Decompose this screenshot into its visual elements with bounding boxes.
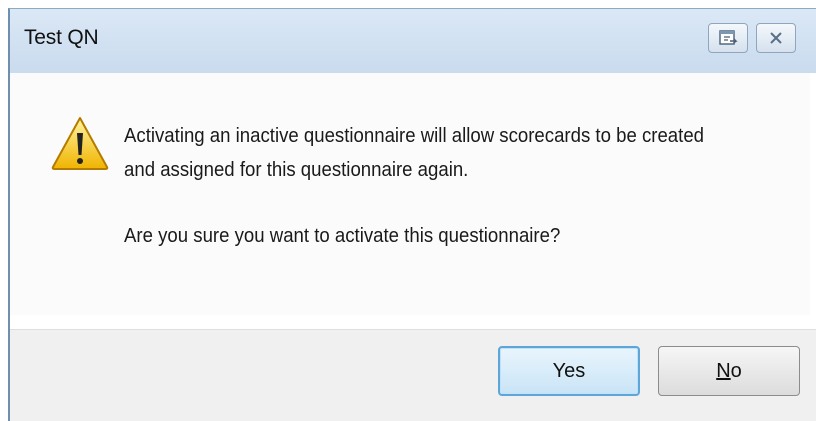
dialog-title: Test QN (24, 26, 99, 49)
warning-icon (50, 115, 110, 171)
close-button[interactable] (756, 23, 796, 53)
confirmation-question: Are you sure you want to activate this q… (124, 225, 561, 247)
no-button[interactable]: No (658, 346, 800, 396)
message-area: Activating an inactive questionnaire wil… (10, 73, 810, 315)
yes-button[interactable]: Yes (498, 346, 640, 396)
dialog-content: Activating an inactive questionnaire wil… (10, 73, 816, 329)
help-button[interactable] (708, 23, 748, 53)
button-bar: Yes No (10, 329, 816, 421)
message-line-2: and assigned for this questionnaire agai… (124, 159, 469, 181)
close-icon (769, 31, 783, 45)
help-icon (718, 29, 738, 47)
message-line-1: Activating an inactive questionnaire wil… (124, 125, 705, 147)
yes-button-label: Yes (552, 359, 586, 382)
no-button-mnemonic: N (716, 359, 731, 382)
confirmation-dialog: Test QN Activating an inactive questionn… (8, 8, 816, 421)
no-button-label-rest: o (730, 359, 742, 382)
no-button-label: No (716, 360, 742, 383)
title-bar[interactable]: Test QN (10, 9, 816, 73)
